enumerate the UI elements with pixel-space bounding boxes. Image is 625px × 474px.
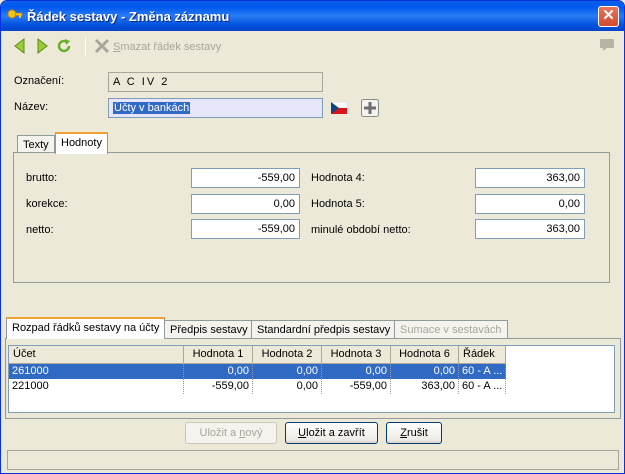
- tab-rozpad[interactable]: Rozpad řádků sestavy na účty: [6, 317, 166, 339]
- table-row[interactable]: 221000 -559,00 0,00 -559,00 363,00 60 - …: [9, 379, 506, 394]
- forward-icon[interactable]: [33, 37, 51, 55]
- app-icon: [7, 9, 23, 19]
- window-title: Řádek sestavy - Změna záznamu: [27, 9, 230, 24]
- tab-hodnoty[interactable]: Hodnoty: [55, 132, 108, 154]
- korekce-field[interactable]: 0,00: [191, 194, 300, 214]
- save-and-close-button[interactable]: Uložit a zavřít: [285, 422, 378, 444]
- tab-predpis[interactable]: Předpis sestavy: [164, 320, 254, 340]
- nazev-label: Název:: [14, 101, 49, 113]
- table-cell: 363,00: [391, 379, 459, 394]
- minule-obdobi-label: minulé období netto:: [311, 224, 411, 236]
- netto-label: netto:: [26, 224, 54, 236]
- table-cell: 261000: [9, 364, 184, 379]
- hodnota4-label: Hodnota 4:: [311, 172, 365, 184]
- title-bar[interactable]: Řádek sestavy - Změna záznamu ✕: [1, 1, 624, 31]
- column-header[interactable]: Hodnota 6: [391, 346, 459, 364]
- status-bar: [7, 450, 619, 470]
- toolbar: Smazat řádek sestavy: [5, 35, 620, 61]
- accounts-grid[interactable]: Účet Hodnota 1 Hodnota 2 Hodnota 3 Hodno…: [8, 345, 615, 413]
- table-cell: 60 - A ...: [459, 364, 506, 379]
- column-header[interactable]: Řádek: [459, 346, 506, 364]
- cancel-button[interactable]: Zrušit: [386, 422, 442, 444]
- delete-icon[interactable]: [93, 37, 111, 55]
- table-cell: 0,00: [184, 364, 253, 379]
- dialog-window: Řádek sestavy - Změna záznamu ✕ Smazat ř…: [0, 0, 625, 474]
- table-cell: -559,00: [184, 379, 253, 394]
- table-cell: 0,00: [391, 364, 459, 379]
- close-button[interactable]: ✕: [598, 6, 619, 27]
- table-cell: 0,00: [322, 364, 391, 379]
- toolbar-separator: [85, 37, 86, 57]
- table-cell: 60 - A ...: [459, 379, 506, 394]
- save-and-new-button: Uložit a nový: [185, 422, 277, 444]
- delete-row-button[interactable]: Smazat řádek sestavy: [113, 41, 221, 53]
- column-header[interactable]: Hodnota 1: [184, 346, 253, 364]
- hodnota5-label: Hodnota 5:: [311, 198, 365, 210]
- back-icon[interactable]: [11, 37, 29, 55]
- oznaceni-label: Označení:: [14, 75, 65, 87]
- grid-header: Účet Hodnota 1 Hodnota 2 Hodnota 3 Hodno…: [9, 346, 506, 364]
- table-cell: 221000: [9, 379, 184, 394]
- table-cell: 0,00: [253, 364, 322, 379]
- tab-standardni-predpis[interactable]: Standardní předpis sestavy: [251, 320, 397, 340]
- korekce-label: korekce:: [26, 198, 68, 210]
- minule-obdobi-field[interactable]: 363,00: [475, 219, 585, 239]
- czech-flag-icon[interactable]: [331, 102, 347, 114]
- table-row[interactable]: 261000 0,00 0,00 0,00 0,00 60 - A ...: [9, 364, 506, 379]
- column-header[interactable]: Hodnota 3: [322, 346, 391, 364]
- oznaceni-field[interactable]: A C IV 2: [108, 72, 323, 92]
- hodnota5-field[interactable]: 0,00: [475, 194, 585, 214]
- table-cell: -559,00: [322, 379, 391, 394]
- table-cell: 0,00: [253, 379, 322, 394]
- brutto-label: brutto:: [26, 172, 58, 184]
- nazev-field[interactable]: Účty v bankách: [108, 98, 323, 118]
- hodnota4-field[interactable]: 363,00: [475, 168, 585, 188]
- tab-sumace: Sumace v sestavách: [394, 320, 508, 340]
- netto-field[interactable]: -559,00: [191, 219, 300, 239]
- add-icon[interactable]: [361, 99, 379, 117]
- column-header[interactable]: Hodnota 2: [253, 346, 322, 364]
- column-header[interactable]: Účet: [9, 346, 184, 364]
- refresh-icon[interactable]: [55, 37, 73, 55]
- brutto-field[interactable]: -559,00: [191, 168, 300, 188]
- comment-icon[interactable]: [600, 39, 614, 51]
